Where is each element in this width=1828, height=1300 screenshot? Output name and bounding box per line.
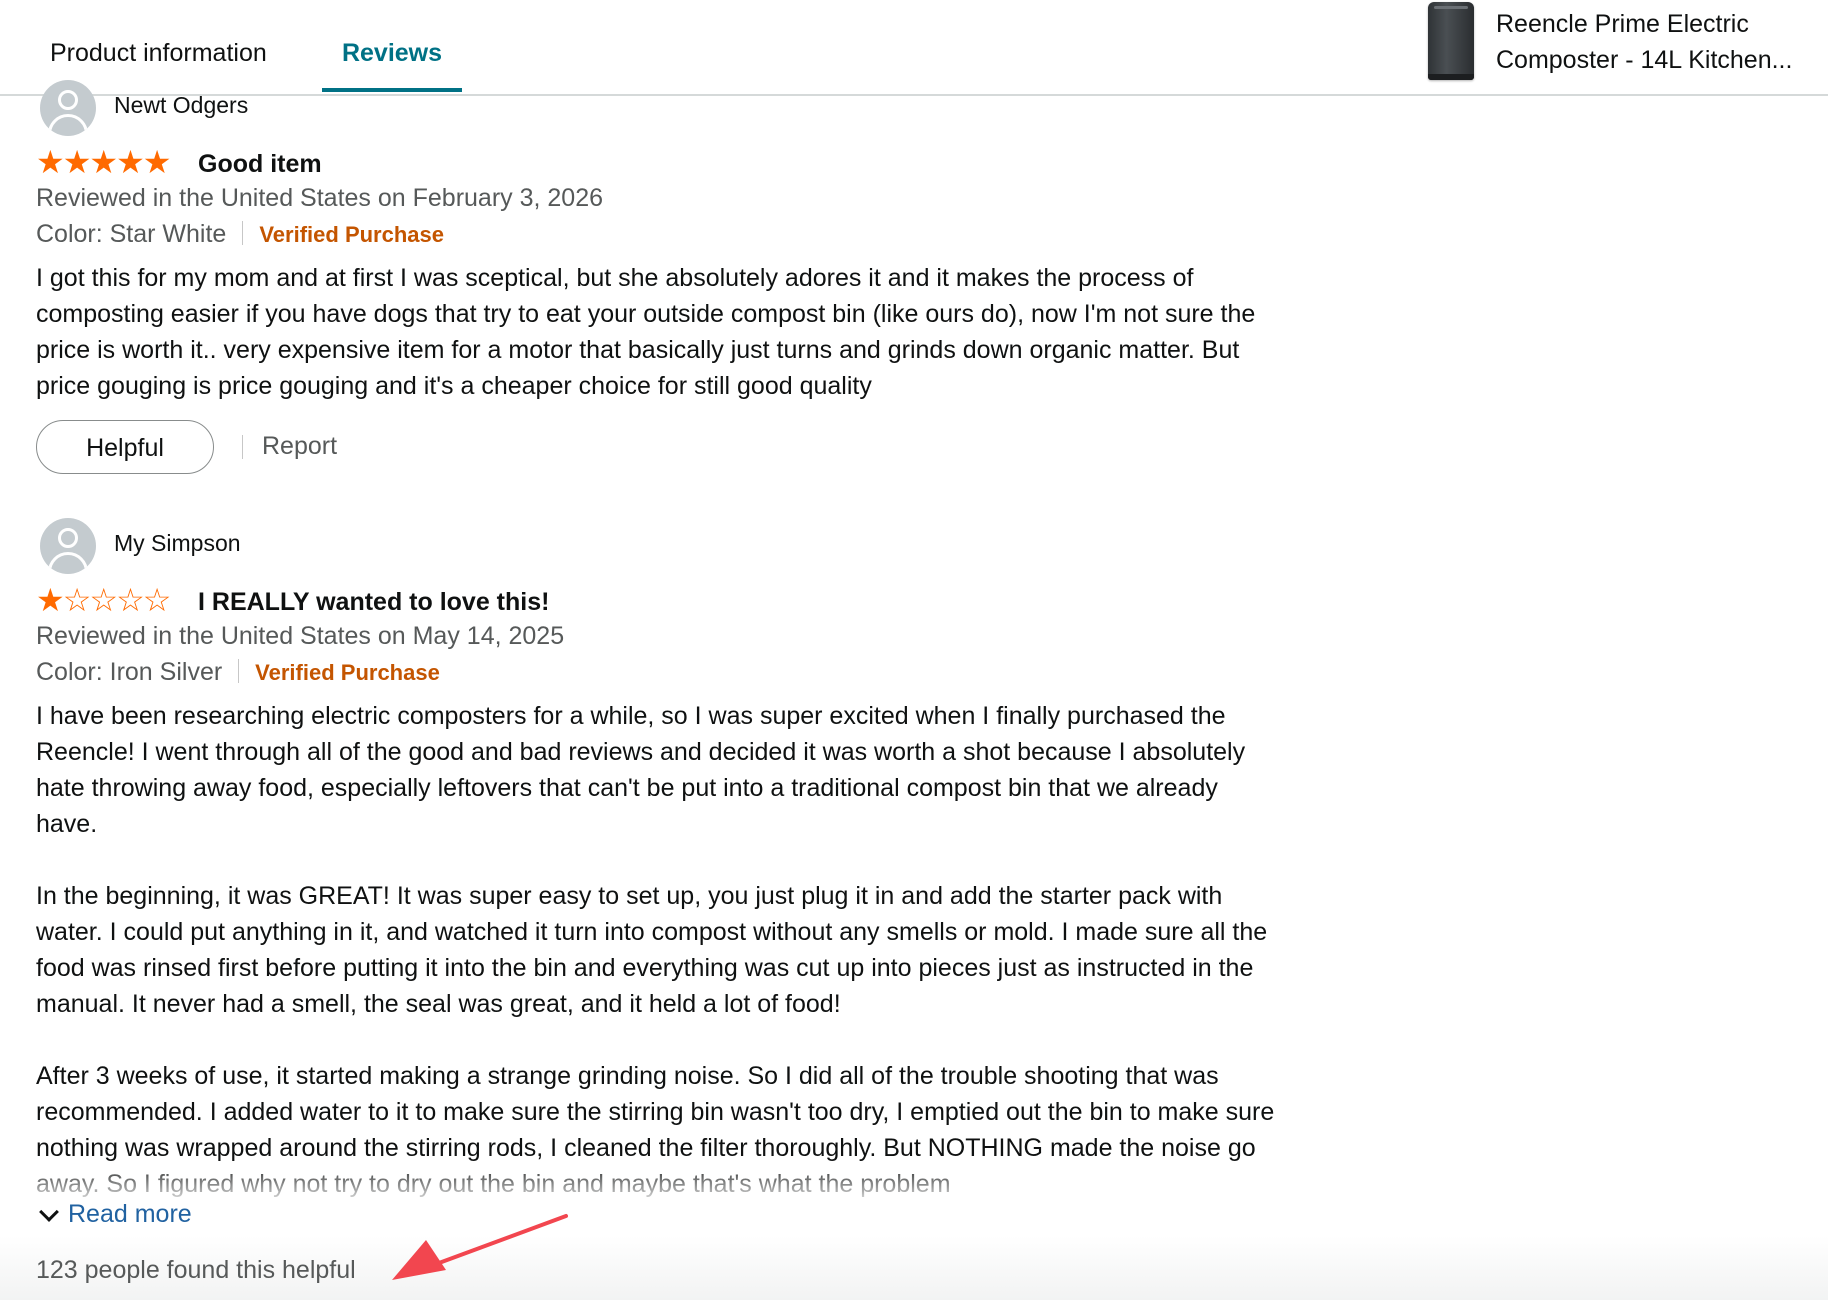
avatar [40,80,96,136]
review-paragraph: I got this for my mom and at first I was… [36,264,1256,400]
text-fade-overlay [0,1160,1280,1216]
chevron-down-icon [39,1202,59,1223]
verified-purchase-badge: Verified Purchase [259,222,444,247]
review-body: I have been researching electric compost… [36,698,1276,1198]
review-card: My Simpson ★☆☆☆☆ I REALLY wanted to love… [36,518,1276,1218]
review-card: Newt Odgers ★★★★★ Good item Reviewed in … [36,80,1276,480]
variant-color: Color: Star White [36,220,227,248]
review-title[interactable]: I REALLY wanted to love this! [198,588,549,617]
product-thumbnail[interactable] [1428,2,1474,80]
divider [238,659,240,683]
helpful-count: 123 people found this helpful [36,1256,356,1284]
star-rating-icon: ★★★★★ [36,144,171,180]
variant-color: Color: Iron Silver [36,658,223,686]
review-body: I got this for my mom and at first I was… [36,260,1276,440]
divider [242,435,243,459]
sticky-product-summary[interactable]: Reencle Prime Electric Composter - 14L K… [1420,0,1828,92]
helpful-button[interactable]: Helpful [36,420,214,474]
report-link[interactable]: Report [262,432,337,461]
review-paragraph: In the beginning, it was GREAT! It was s… [36,882,1268,1018]
read-more-label: Read more [68,1200,192,1228]
review-paragraph: I have been researching electric compost… [36,702,1246,838]
verified-purchase-badge: Verified Purchase [255,660,440,685]
review-date: Reviewed in the United States on Februar… [36,184,604,212]
avatar [40,518,96,574]
tab-product-information[interactable]: Product information [50,0,267,92]
review-title[interactable]: Good item [198,150,322,179]
review-meta: Color: Iron Silver Verified Purchase [36,658,440,687]
review-meta: Color: Star White Verified Purchase [36,220,444,249]
star-rating-icon: ★☆☆☆☆ [36,582,171,618]
reviewer-name[interactable]: My Simpson [114,530,241,557]
read-more-link[interactable]: Read more [38,1200,192,1229]
divider [242,221,244,245]
review-date: Reviewed in the United States on May 14,… [36,622,565,650]
reviewer-name[interactable]: Newt Odgers [114,92,248,119]
tab-reviews[interactable]: Reviews [322,0,462,92]
product-title[interactable]: Reencle Prime Electric Composter - 14L K… [1496,6,1816,78]
